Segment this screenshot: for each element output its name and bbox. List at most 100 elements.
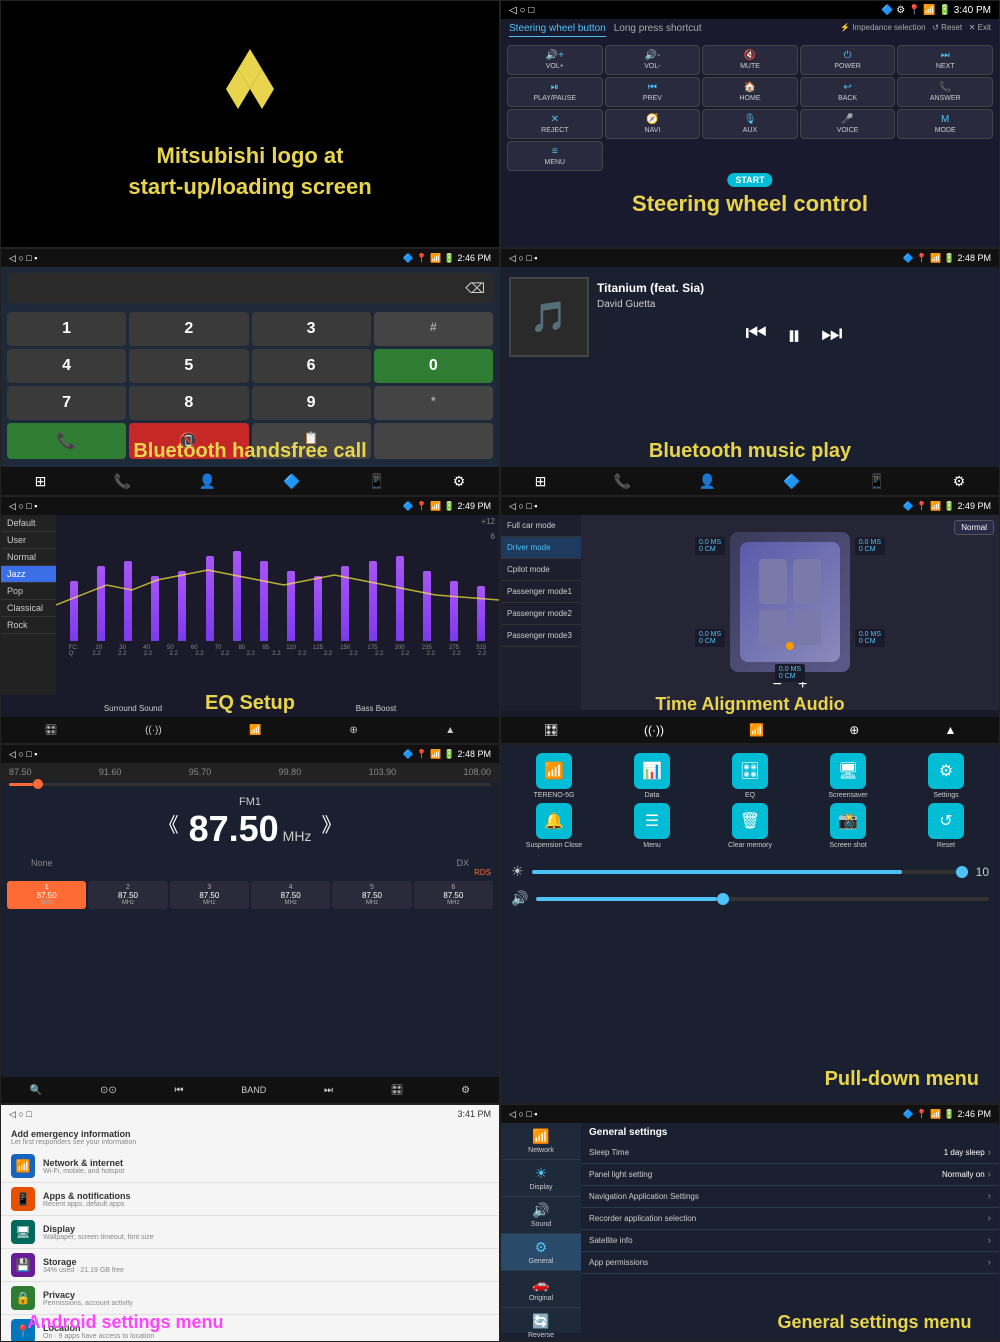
eq-preset-pop[interactable]: Pop (1, 583, 56, 600)
phone-bt2-icon[interactable]: 📱 (368, 473, 385, 490)
sw-tab-steering[interactable]: Steering wheel button (509, 23, 606, 37)
phone-call-icon[interactable]: 📞 (114, 473, 131, 490)
radio-preset-3[interactable]: 387.50MHz (170, 881, 249, 909)
eq-bar-2[interactable] (124, 561, 132, 641)
phone-key-5[interactable]: 5 (129, 349, 248, 383)
android-item-privacy[interactable]: 🔒 Privacy Permissions, account activity (1, 1282, 499, 1315)
sw-btn-voice[interactable]: 🎤VOICE (800, 109, 896, 139)
sw-btn-play/pause[interactable]: ⏯PLAY/PAUSE (507, 77, 603, 107)
phone-key-*[interactable]: * (374, 386, 493, 420)
eq-preset-rock[interactable]: Rock (1, 617, 56, 634)
eq-preset-classical[interactable]: Classical (1, 600, 56, 617)
eq-bar-9[interactable] (314, 576, 322, 641)
radio-prev-track-icon[interactable]: ⏮ (175, 1085, 184, 1096)
pd-item-menu[interactable]: ☰Menu (605, 803, 699, 849)
ta-mode-passenger_mode2[interactable]: Passenger mode2 (501, 603, 581, 625)
gs-row-recorder_application_selection[interactable]: Recorder application selection › (581, 1208, 999, 1230)
music-bt-icon[interactable]: 🔷 (783, 473, 800, 490)
eq-icon4[interactable]: ⊕ (349, 725, 357, 736)
eq-icon5[interactable]: ▲ (445, 725, 455, 736)
eq-bar-3[interactable] (151, 576, 159, 641)
music-bt2-icon[interactable]: 📱 (868, 473, 885, 490)
ta-icon3[interactable]: 📶 (749, 723, 764, 737)
eq-bar-0[interactable] (70, 581, 78, 641)
pd-item-data[interactable]: 📊Data (605, 753, 699, 799)
phone-key-0[interactable]: 0 (374, 349, 493, 383)
brightness-slider[interactable] (532, 870, 968, 874)
android-item-apps_&_notifications[interactable]: 📱 Apps & notifications Recent apps, defa… (1, 1183, 499, 1216)
ta-mode-passenger_mode3[interactable]: Passenger mode3 (501, 625, 581, 647)
music-settings2-icon[interactable]: ⚙ (953, 473, 966, 490)
phone-key-7[interactable]: 7 (7, 386, 126, 420)
eq-preset-user[interactable]: User (1, 532, 56, 549)
sw-btn-answer[interactable]: 📞ANSWER (897, 77, 993, 107)
sw-btn-back[interactable]: ↩BACK (800, 77, 896, 107)
ta-normal-button[interactable]: Normal (954, 520, 994, 535)
eq-bar-15[interactable] (477, 586, 485, 641)
radio-preset-6[interactable]: 687.50MHz (414, 881, 493, 909)
radio-prev-icon[interactable]: 《 (159, 809, 179, 838)
pd-item-tereno-5g[interactable]: 📶TERENO-5G (507, 753, 601, 799)
phone-key-6[interactable]: 6 (252, 349, 371, 383)
eq-bar-4[interactable] (178, 571, 186, 641)
radio-preset-1[interactable]: 187.50MHz (7, 881, 86, 909)
music-call-icon[interactable]: 📞 (614, 473, 631, 490)
pd-item-suspension_close[interactable]: 🔔Suspension Close (507, 803, 601, 849)
eq-bar-14[interactable] (450, 581, 458, 641)
ta-icon1[interactable]: 🎛 (544, 723, 559, 737)
gs-sidebar-reverse[interactable]: 🔄Reverse (501, 1308, 581, 1342)
music-menu-icon[interactable]: ⊞ (535, 473, 547, 490)
sw-btn-aux[interactable]: 🎙AUX (702, 109, 798, 139)
gs-row-sleep_time[interactable]: Sleep Time 1 day sleep› (581, 1142, 999, 1164)
radio-next-icon[interactable]: 》 (321, 809, 341, 838)
gs-sidebar-display[interactable]: ☀Display (501, 1160, 581, 1197)
sw-btn-prev[interactable]: ⏮PREV (605, 77, 701, 107)
phone-key-9[interactable]: 9 (252, 386, 371, 420)
radio-eq-icon[interactable]: 🎛 (391, 1085, 404, 1096)
gs-sidebar-network[interactable]: 📶Network (501, 1123, 581, 1160)
volume-slider[interactable] (536, 897, 989, 901)
sw-btn-mute[interactable]: 🔇MUTE (702, 45, 798, 75)
sw-btn-home[interactable]: 🏠HOME (702, 77, 798, 107)
music-prev-icon[interactable]: ⏮ (745, 320, 767, 353)
eq-bar-11[interactable] (369, 561, 377, 641)
sw-btn-next[interactable]: ⏭NEXT (897, 45, 993, 75)
radio-search-icon[interactable]: 🔍 (30, 1085, 42, 1096)
pd-item-reset[interactable]: ↺Reset (899, 803, 993, 849)
android-item-storage[interactable]: 💾 Storage 34% used · 21.19 GB free (1, 1249, 499, 1282)
gs-row-app_permissions[interactable]: App permissions › (581, 1252, 999, 1274)
gs-row-panel_light_setting[interactable]: Panel light setting Normally on› (581, 1164, 999, 1186)
gs-sidebar-general[interactable]: ⚙General (501, 1234, 581, 1271)
ta-mode-driver_mode[interactable]: Driver mode (501, 537, 581, 559)
android-item-network_&_internet[interactable]: 📶 Network & internet Wi-Fi, mobile, and … (1, 1150, 499, 1183)
sw-btn-reject[interactable]: ✕REJECT (507, 109, 603, 139)
gs-sidebar-original[interactable]: 🚗Original (501, 1271, 581, 1308)
sw-btn-navi[interactable]: 🧭NAVI (605, 109, 701, 139)
eq-icon3[interactable]: 📶 (249, 725, 261, 736)
radio-preset-5[interactable]: 587.50MHz (332, 881, 411, 909)
ta-icon5[interactable]: ▲ (945, 723, 957, 737)
music-next-icon[interactable]: ⏭ (821, 320, 843, 353)
gs-row-navigation_application_settings[interactable]: Navigation Application Settings › (581, 1186, 999, 1208)
eq-icon2[interactable]: ((·)) (145, 725, 162, 736)
radio-next-track-icon[interactable]: ⏭ (324, 1085, 333, 1096)
eq-icon1[interactable]: 🎛 (45, 725, 58, 736)
eq-bar-7[interactable] (260, 561, 268, 641)
android-item-display[interactable]: 🖥 Display Wallpaper, screen timeout, fon… (1, 1216, 499, 1249)
phone-delete-icon[interactable]: ⌫ (465, 280, 485, 297)
phone-menu-icon[interactable]: ⊞ (35, 473, 47, 490)
eq-preset-normal[interactable]: Normal (1, 549, 56, 566)
sw-btn-vol+[interactable]: 🔊+VOL+ (507, 45, 603, 75)
phone-contacts-icon[interactable]: 👤 (198, 473, 215, 490)
ta-mode-cpilot_mode[interactable]: Cpilot mode (501, 559, 581, 581)
radio-preset-2[interactable]: 287.50MHz (88, 881, 167, 909)
phone-key-#[interactable]: # (374, 312, 493, 346)
pd-item-screensaver[interactable]: 🖥Screensaver (801, 753, 895, 799)
gs-sidebar-sound[interactable]: 🔊Sound (501, 1197, 581, 1234)
music-play-icon[interactable]: ⏸ (787, 320, 801, 353)
phone-bt-icon[interactable]: 🔷 (283, 473, 300, 490)
radio-settings-icon[interactable]: ⚙ (461, 1085, 470, 1096)
music-contacts-icon[interactable]: 👤 (698, 473, 715, 490)
eq-bar-8[interactable] (287, 571, 295, 641)
eq-bar-10[interactable] (341, 566, 349, 641)
